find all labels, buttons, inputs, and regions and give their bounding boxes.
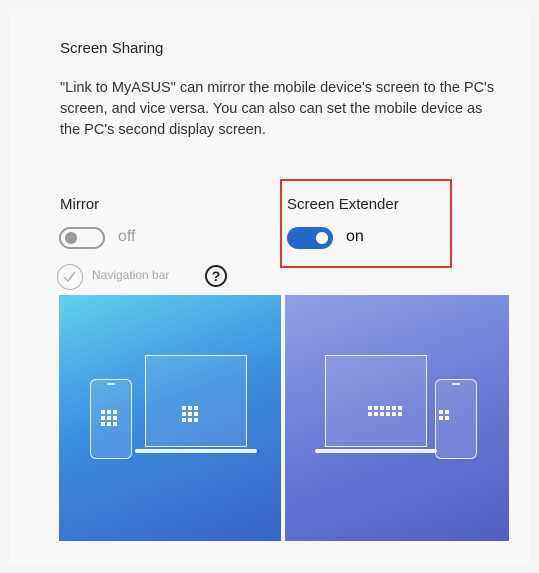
- extender-state-text: on: [346, 228, 364, 245]
- laptop-screen-icon: [325, 355, 427, 447]
- mirror-state-text: off: [118, 228, 136, 245]
- phone-icon: [435, 379, 477, 459]
- phone-icon: [90, 379, 132, 459]
- toggle-knob: [316, 232, 328, 244]
- toggle-knob: [65, 232, 77, 244]
- laptop-screen-icon: [145, 355, 247, 447]
- extender-illustration: [285, 295, 509, 541]
- check-icon: [63, 271, 76, 283]
- section-description: "Link to MyASUS" can mirror the mobile d…: [60, 80, 495, 138]
- laptop-base: [135, 449, 257, 453]
- mirror-toggle[interactable]: [59, 227, 105, 249]
- laptop-base: [315, 449, 437, 453]
- navigation-bar-checkbox[interactable]: [57, 264, 83, 290]
- mirror-label: Mirror: [60, 196, 100, 213]
- section-title: Screen Sharing: [60, 40, 164, 57]
- extender-toggle[interactable]: [287, 227, 333, 249]
- extender-label: Screen Extender: [287, 196, 399, 213]
- mirror-illustration: [59, 295, 281, 541]
- highlight-box: [280, 179, 452, 268]
- navigation-bar-label: Navigation bar: [92, 268, 170, 282]
- help-icon[interactable]: ?: [205, 265, 227, 287]
